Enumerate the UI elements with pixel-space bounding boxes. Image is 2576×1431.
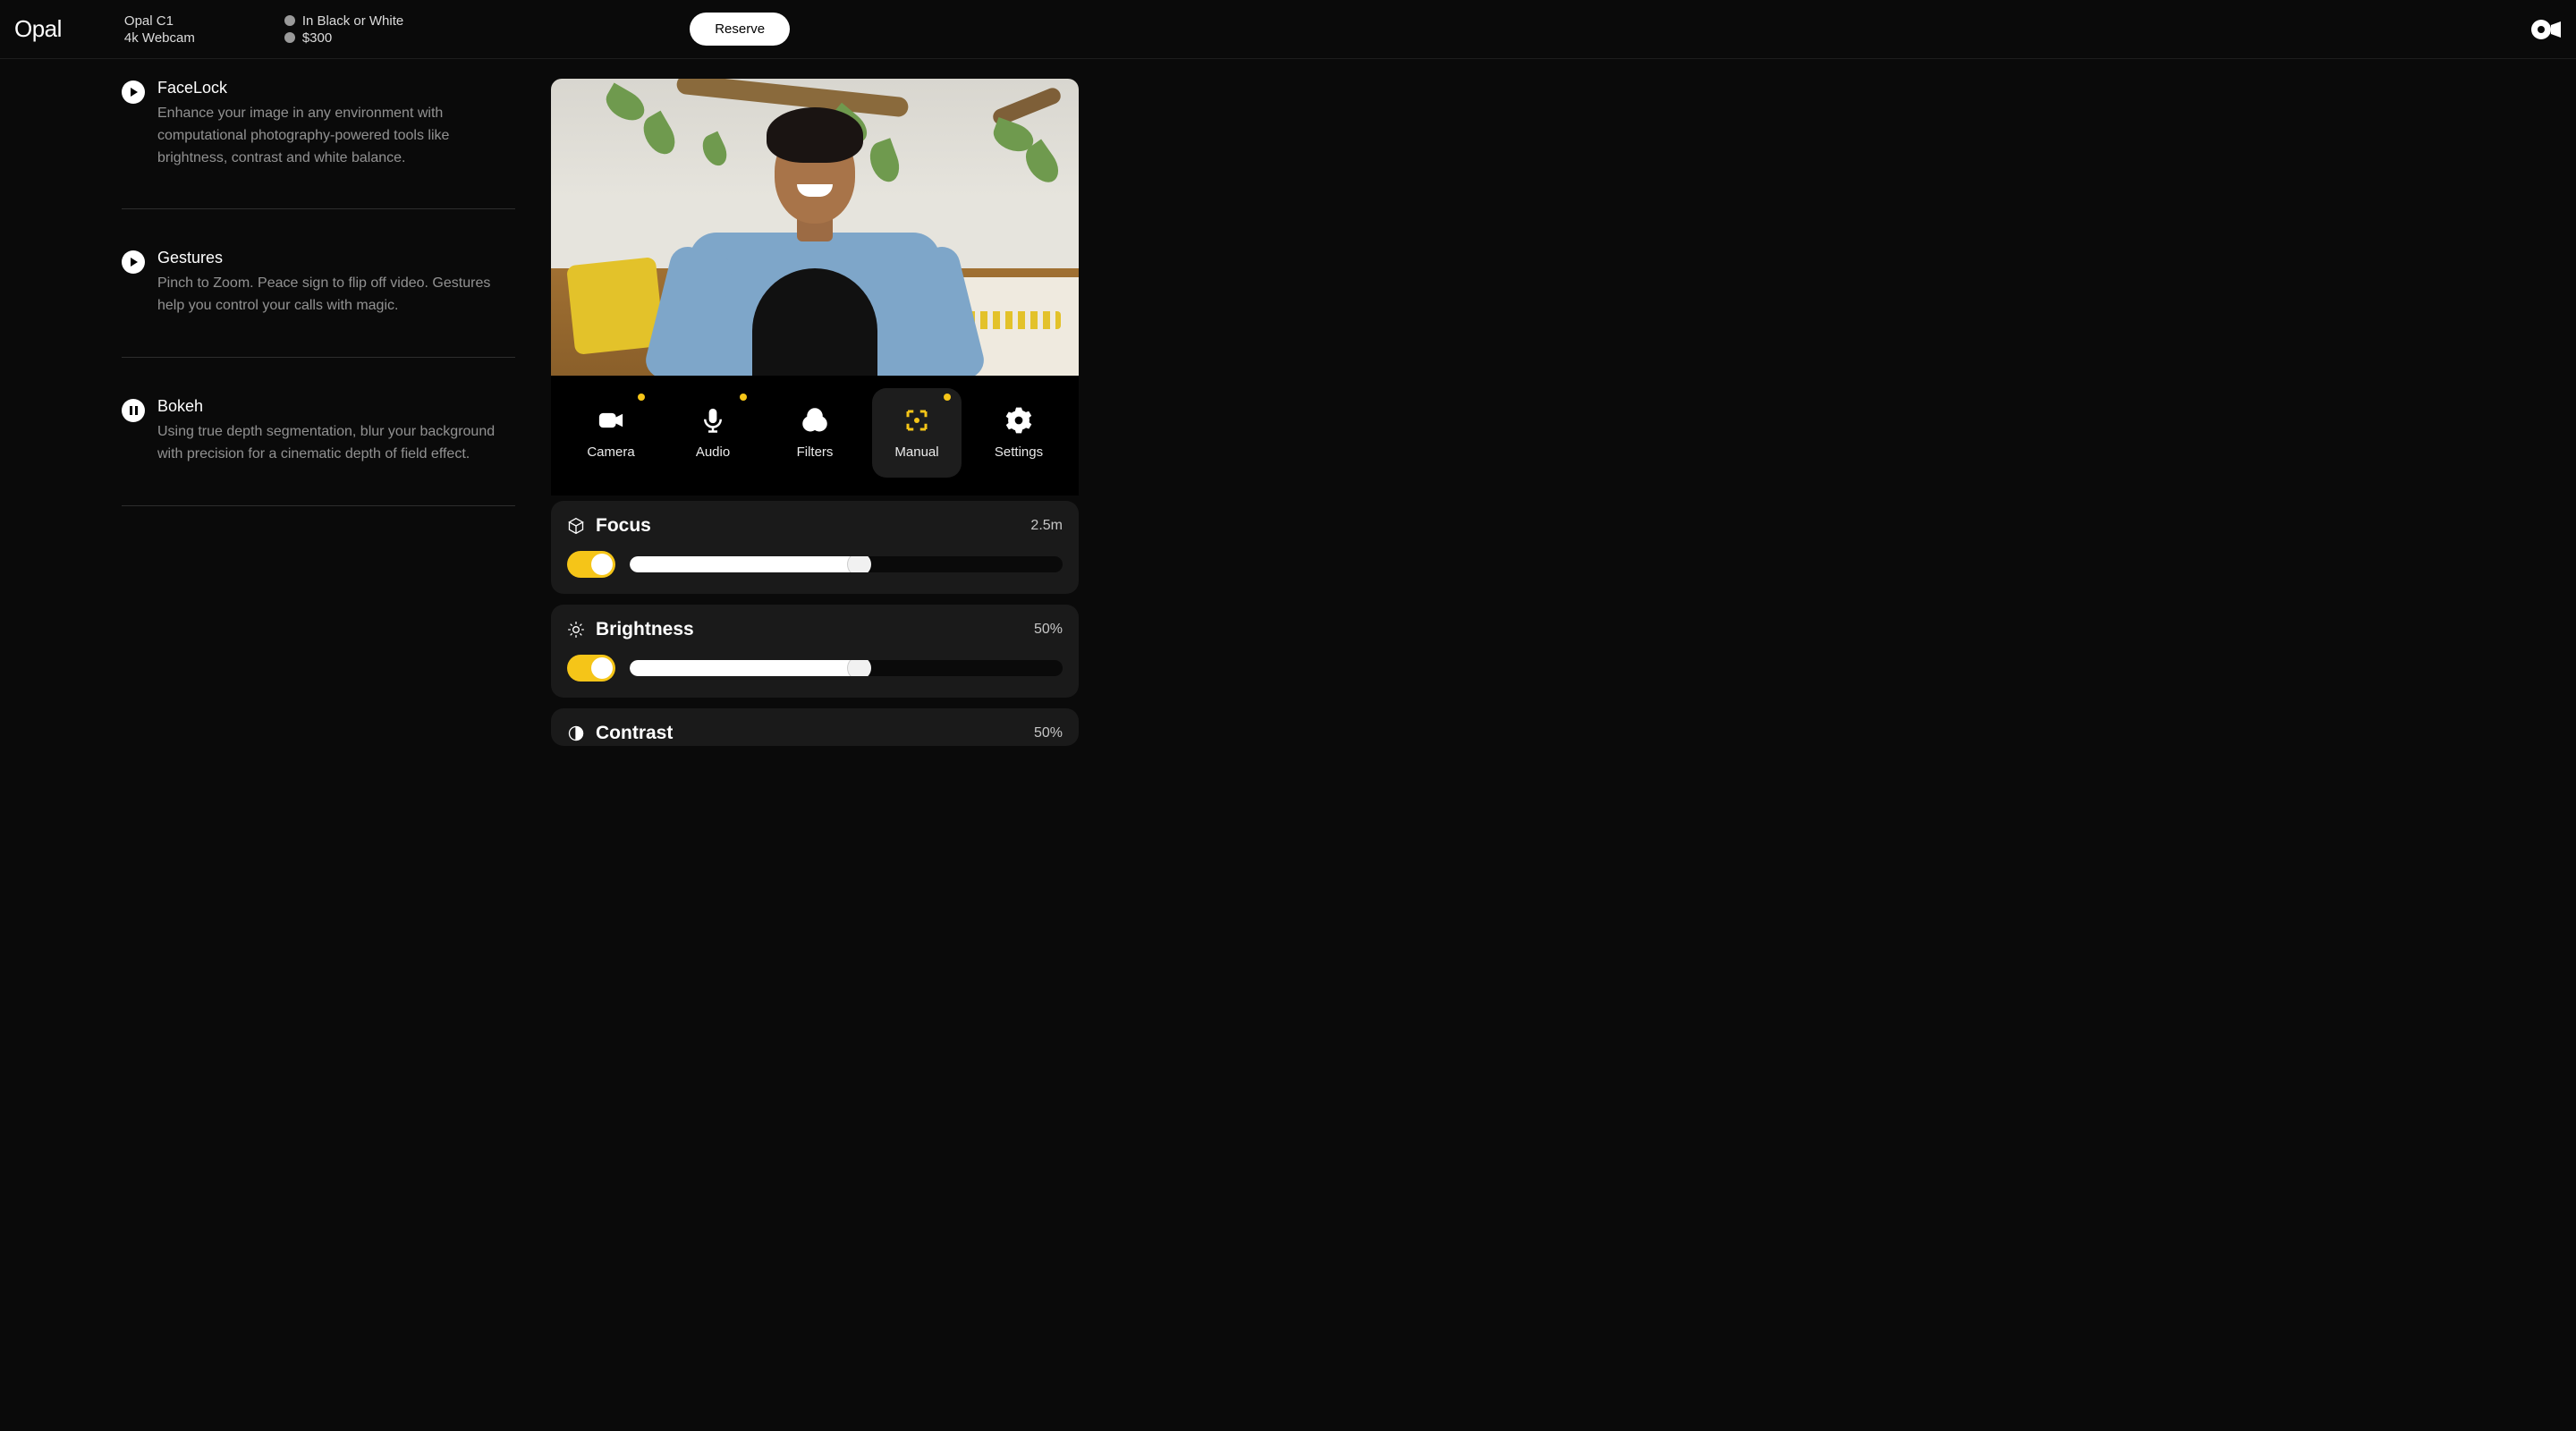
app-tabs: Camera Audio Filters Manual Settings [551,376,1079,495]
colors-line: In Black or White [284,13,403,29]
slider-value: 50% [1034,725,1063,741]
product-name: Opal C1 [124,13,195,29]
colors-label: In Black or White [302,13,403,29]
tab-camera[interactable]: Camera [566,388,656,478]
tab-label: Audio [696,445,730,460]
play-icon[interactable] [122,250,145,274]
feature-facelock[interactable]: FaceLock Enhance your image in any envir… [122,79,515,209]
tab-label: Filters [797,445,834,460]
tab-manual[interactable]: Manual [872,388,962,478]
camera-logo-icon [2531,19,2562,40]
tab-filters[interactable]: Filters [770,388,860,478]
slider-brightness: Brightness 50% [551,605,1079,698]
slider-title: Contrast [596,723,673,744]
tab-audio[interactable]: Audio [668,388,758,478]
reserve-button[interactable]: Reserve [690,13,790,46]
app-preview: Camera Audio Filters Manual Settings [551,59,1088,1427]
filters-icon [801,407,828,434]
tab-label: Manual [894,445,938,460]
indicator-dot-icon [740,394,747,401]
feature-title: FaceLock [157,79,515,97]
product-info: Opal C1 4k Webcam [124,13,195,46]
video-preview [551,79,1079,376]
feature-desc: Pinch to Zoom. Peace sign to flip off vi… [157,273,515,318]
price-line: $300 [284,30,403,46]
tab-settings[interactable]: Settings [974,388,1063,478]
indicator-dot-icon [944,394,951,401]
pause-icon[interactable] [122,399,145,422]
feature-desc: Using true depth segmentation, blur your… [157,421,515,466]
contrast-icon [567,724,585,742]
brand-logo: Opal [14,15,62,43]
product-subtitle: 4k Webcam [124,30,195,46]
indicator-dot-icon [638,394,645,401]
price-label: $300 [302,30,332,46]
feature-title: Bokeh [157,397,515,416]
tab-label: Settings [995,445,1043,460]
product-meta: In Black or White $300 [284,13,403,46]
gear-icon [1005,407,1032,434]
manual-panel: Focus 2.5m Brightness 50% [551,501,1079,746]
brightness-toggle[interactable] [567,655,615,682]
play-icon[interactable] [122,80,145,104]
mic-icon [699,407,726,434]
site-header: Opal Opal C1 4k Webcam In Black or White… [0,0,2576,59]
slider-contrast: Contrast 50% [551,708,1079,746]
feature-title: Gestures [157,249,515,267]
tab-label: Camera [587,445,634,460]
brightness-slider[interactable] [630,660,1063,676]
bullet-icon [284,32,295,43]
crop-icon [903,407,930,434]
bullet-icon [284,15,295,26]
slider-value: 2.5m [1030,518,1063,534]
feature-list: FaceLock Enhance your image in any envir… [14,59,515,1427]
feature-gestures[interactable]: Gestures Pinch to Zoom. Peace sign to fl… [122,249,515,358]
main-area: FaceLock Enhance your image in any envir… [0,59,2576,1427]
slider-title: Brightness [596,619,694,640]
slider-title: Focus [596,515,651,537]
cube-icon [567,517,585,535]
slider-focus: Focus 2.5m [551,501,1079,594]
camera-icon [597,407,624,434]
focus-slider[interactable] [630,556,1063,572]
sun-icon [567,621,585,639]
feature-desc: Enhance your image in any environment wi… [157,103,515,169]
slider-value: 50% [1034,622,1063,638]
feature-bokeh[interactable]: Bokeh Using true depth segmentation, blu… [122,397,515,506]
focus-toggle[interactable] [567,551,615,578]
